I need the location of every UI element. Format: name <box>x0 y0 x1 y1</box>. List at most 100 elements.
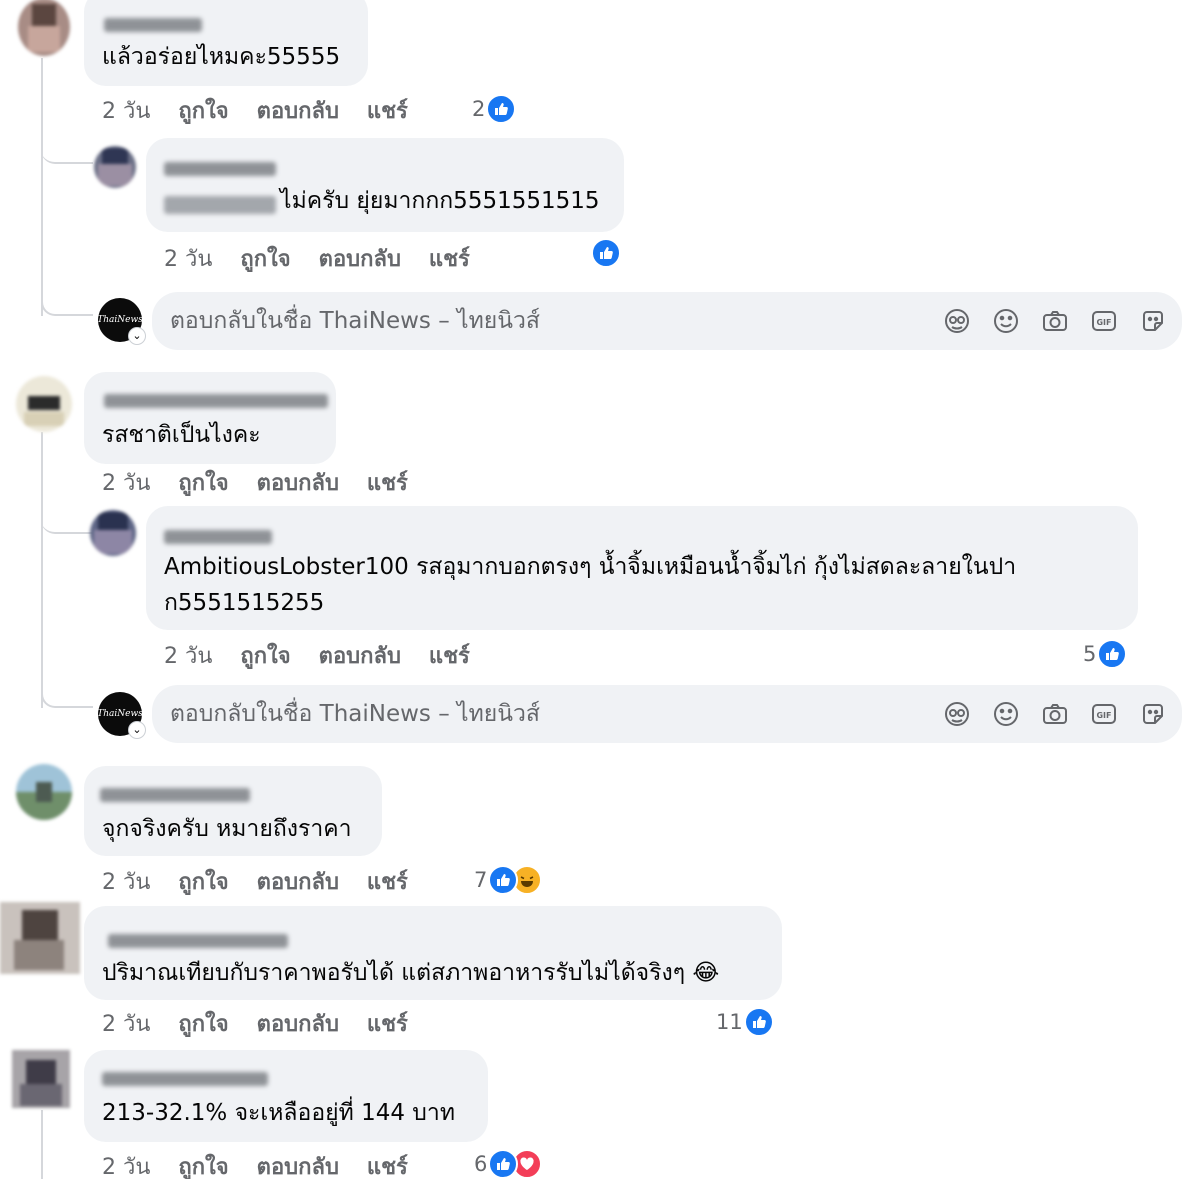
comment-bubble: แล้วอร่อยไหมคะ55555 <box>84 0 368 86</box>
composer-toolbar: GIF <box>923 306 1168 336</box>
reply-button[interactable]: ตอบกลับ <box>257 1149 339 1179</box>
reaction-summary[interactable] <box>590 238 621 268</box>
commenter-name[interactable] <box>102 1072 268 1086</box>
comment-actions: 2 วัน ถูกใจ ตอบกลับ แชร์ <box>102 864 436 899</box>
commenter-avatar[interactable] <box>94 146 136 188</box>
comment-time[interactable]: 2 วัน <box>102 1006 150 1041</box>
like-reaction-icon <box>488 1149 519 1179</box>
commenter-name[interactable] <box>164 162 276 176</box>
commenter-avatar[interactable] <box>90 510 136 556</box>
thread-branch <box>41 268 93 316</box>
commenter-avatar[interactable] <box>12 1050 70 1108</box>
share-button[interactable]: แชร์ <box>367 465 408 500</box>
like-button[interactable]: ถูกใจ <box>178 465 228 500</box>
share-button[interactable]: แชร์ <box>367 864 408 899</box>
commenter-name[interactable] <box>104 18 202 32</box>
reaction-summary[interactable]: 2 <box>472 94 517 124</box>
comment-bubble: 213-32.1% จะเหลืออยู่ที่ 144 บาท <box>84 1050 488 1142</box>
reaction-count: 6 <box>474 1152 488 1176</box>
like-button[interactable]: ถูกใจ <box>178 93 228 128</box>
commenter-avatar[interactable] <box>16 764 72 820</box>
avatar-sticker-icon[interactable] <box>942 699 972 729</box>
reaction-summary[interactable]: 5 <box>1083 639 1128 669</box>
chevron-down-icon[interactable]: ⌄ <box>128 721 146 739</box>
like-reaction-icon <box>486 94 517 124</box>
commenter-avatar[interactable] <box>16 376 72 432</box>
comment-text: แล้วอร่อยไหมคะ55555 <box>102 44 341 70</box>
composer-toolbar: GIF <box>923 699 1168 729</box>
like-button[interactable]: ถูกใจ <box>178 1149 228 1179</box>
gif-icon[interactable]: GIF <box>1089 699 1119 729</box>
gif-icon[interactable]: GIF <box>1089 306 1119 336</box>
like-button[interactable]: ถูกใจ <box>178 864 228 899</box>
comment-text-line-1: AmbitiousLobster100 รสอุมากบอกตรงๆ น้ำจิ… <box>164 554 1017 580</box>
reaction-count: 2 <box>472 97 486 121</box>
comment-actions: 2 วัน ถูกใจ ตอบกลับ แชร์ <box>102 465 436 500</box>
mentioned-name[interactable] <box>164 196 276 214</box>
comment-text-line-2: ก5551515255 <box>164 590 325 616</box>
comment-text: จุกจริงครับ หมายถึงราคา <box>102 816 352 842</box>
comment-bubble: AmbitiousLobster100 รสอุมากบอกตรงๆ น้ำจิ… <box>146 506 1138 630</box>
thread-branch <box>41 660 93 708</box>
comment-actions: 2 วัน ถูกใจ ตอบกลับ แชร์ <box>102 1006 436 1041</box>
commenter-avatar[interactable] <box>0 902 80 974</box>
svg-text:GIF: GIF <box>1096 318 1111 327</box>
comment-time[interactable]: 2 วัน <box>102 465 150 500</box>
commenter-name[interactable] <box>104 394 328 408</box>
sticker-icon[interactable] <box>1138 699 1168 729</box>
reply-input[interactable]: ตอบกลับในชื่อ ThaiNews – ไทยนิวส์ <box>170 697 540 731</box>
commenter-name[interactable] <box>100 788 250 802</box>
commenter-name[interactable] <box>164 530 272 544</box>
share-button[interactable]: แชร์ <box>367 1149 408 1179</box>
comment-actions: 2 วัน ถูกใจ ตอบกลับ แชร์ <box>102 93 436 128</box>
comment-time[interactable]: 2 วัน <box>164 638 212 673</box>
share-button[interactable]: แชร์ <box>367 93 408 128</box>
reaction-count: 11 <box>716 1010 743 1034</box>
page-avatar[interactable]: ThaiNews ⌄ <box>97 692 146 739</box>
avatar-sticker-icon[interactable] <box>942 306 972 336</box>
page-avatar[interactable]: ThaiNews ⌄ <box>97 298 146 345</box>
reaction-count: 5 <box>1083 642 1097 666</box>
comment-time[interactable]: 2 วัน <box>164 241 212 276</box>
like-button[interactable]: ถูกใจ <box>240 241 290 276</box>
reply-composer[interactable]: ตอบกลับในชื่อ ThaiNews – ไทยนิวส์ GIF <box>152 292 1182 350</box>
comment-actions: 2 วัน ถูกใจ ตอบกลับ แชร์ <box>102 1149 436 1179</box>
chevron-down-icon[interactable]: ⌄ <box>128 327 146 345</box>
reaction-summary[interactable]: 11 <box>716 1007 774 1037</box>
reply-button[interactable]: ตอบกลับ <box>257 93 339 128</box>
camera-icon[interactable] <box>1040 699 1070 729</box>
camera-icon[interactable] <box>1040 306 1070 336</box>
like-button[interactable]: ถูกใจ <box>178 1006 228 1041</box>
share-button[interactable]: แชร์ <box>367 1006 408 1041</box>
comment-time[interactable]: 2 วัน <box>102 93 150 128</box>
like-reaction-icon <box>743 1007 774 1037</box>
comment-time[interactable]: 2 วัน <box>102 1149 150 1179</box>
reply-composer[interactable]: ตอบกลับในชื่อ ThaiNews – ไทยนิวส์ GIF <box>152 685 1182 743</box>
comment-text: ไม่ครับ ยุ่ยมากกก5551551515 <box>280 188 600 214</box>
emoji-icon[interactable] <box>991 699 1021 729</box>
reaction-count: 7 <box>474 868 488 892</box>
commenter-name[interactable] <box>108 934 288 948</box>
page-avatar-label: ThaiNews <box>97 315 143 325</box>
commenter-avatar[interactable] <box>18 0 70 56</box>
share-button[interactable]: แชร์ <box>429 241 470 276</box>
reply-button[interactable]: ตอบกลับ <box>257 1006 339 1041</box>
sticker-icon[interactable] <box>1138 306 1168 336</box>
emoji-icon[interactable] <box>991 306 1021 336</box>
comment-text-body: ปริมาณเทียบกับราคาพอรับได้ แต่สภาพอาหารร… <box>102 960 686 986</box>
page-avatar-label: ThaiNews <box>97 709 143 719</box>
reply-button[interactable]: ตอบกลับ <box>257 864 339 899</box>
comment-actions: 2 วัน ถูกใจ ตอบกลับ แชร์ <box>164 638 498 673</box>
thread-line <box>41 1110 43 1179</box>
share-button[interactable]: แชร์ <box>429 638 470 673</box>
reply-input[interactable]: ตอบกลับในชื่อ ThaiNews – ไทยนิวส์ <box>170 304 540 338</box>
svg-text:GIF: GIF <box>1096 711 1111 720</box>
reply-button[interactable]: ตอบกลับ <box>257 465 339 500</box>
comment-text: รสชาติเป็นไงคะ <box>102 422 261 448</box>
reaction-summary[interactable]: 6 <box>474 1149 543 1179</box>
comment-time[interactable]: 2 วัน <box>102 864 150 899</box>
reply-button[interactable]: ตอบกลับ <box>319 241 401 276</box>
reaction-summary[interactable]: 7 <box>474 865 543 895</box>
like-button[interactable]: ถูกใจ <box>240 638 290 673</box>
reply-button[interactable]: ตอบกลับ <box>319 638 401 673</box>
